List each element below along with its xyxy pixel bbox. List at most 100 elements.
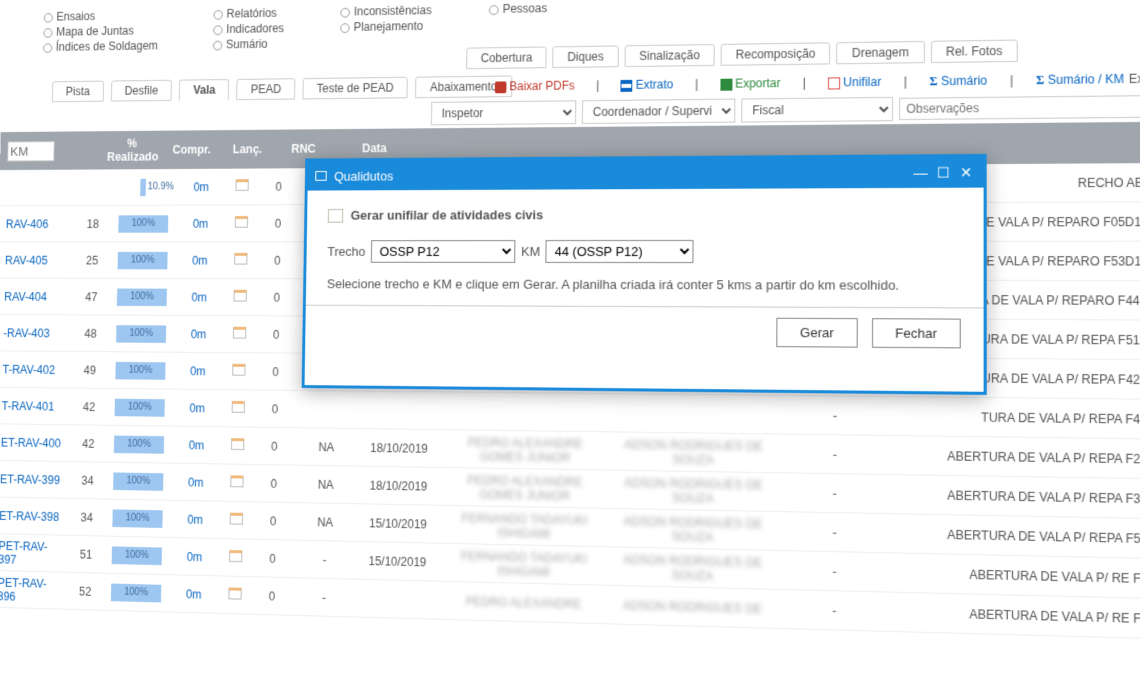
- cell-inspetor: FERNANDO TADAYUKI ISHIGAMI: [441, 510, 608, 541]
- cell-date: [356, 410, 442, 411]
- cell-lanc[interactable]: [225, 364, 253, 379]
- trecho-select[interactable]: OSSP P12: [371, 240, 516, 263]
- km-filter-input[interactable]: [7, 141, 54, 161]
- tab-recomposicao[interactable]: Recomposição: [721, 42, 831, 66]
- cell-pct: 100%: [104, 583, 167, 602]
- tab-vala[interactable]: Vala: [179, 79, 229, 101]
- link-sumario[interactable]: Σ Sumário: [930, 73, 988, 89]
- nav-planejamento[interactable]: Planejamento: [340, 19, 431, 34]
- cell-compr[interactable]: 0m: [170, 401, 224, 415]
- cell-id[interactable]: RAV-406: [0, 217, 75, 231]
- cell-lanc[interactable]: [228, 179, 256, 194]
- cell-id[interactable]: RAV-405: [0, 253, 74, 266]
- cell-rnc: 0: [253, 327, 298, 341]
- cell-id[interactable]: PET-RAV-396: [0, 575, 67, 604]
- cell-compr[interactable]: 0m: [174, 180, 228, 194]
- close-button[interactable]: ✕: [957, 163, 976, 181]
- tab-desfile[interactable]: Desfile: [111, 80, 173, 102]
- cell-id[interactable]: ET-RAV-400: [0, 435, 70, 450]
- cell-lanc[interactable]: [223, 438, 251, 453]
- cell-lanc[interactable]: [225, 327, 253, 342]
- cell-date: 18/10/2019: [355, 478, 442, 493]
- nav-inconsistencias[interactable]: Inconsistências: [340, 3, 431, 18]
- link-extrato[interactable]: Extrato: [621, 77, 673, 92]
- cell-lanc[interactable]: [226, 290, 254, 305]
- modal-unifilar: Qualidutos — ☐ ✕ Gerar unifilar de ativi…: [302, 154, 987, 395]
- cell-obs: TURA DE VALA P/ REPA F41D12. ESTACA 21: [891, 409, 1140, 428]
- cell-rnc: 0: [250, 551, 296, 566]
- tab-teste-pead[interactable]: Teste de PEAD: [303, 77, 409, 100]
- cell-compr[interactable]: 0m: [171, 327, 225, 341]
- sep: |: [695, 77, 698, 91]
- minimize-button[interactable]: —: [911, 163, 930, 181]
- nav-indicadores[interactable]: Indicadores: [213, 21, 284, 36]
- cell-pct: 100%: [110, 288, 173, 306]
- cell-rnc: 0: [256, 179, 301, 193]
- tab-cobertura[interactable]: Cobertura: [466, 46, 547, 69]
- cell-compr[interactable]: 0m: [167, 549, 221, 564]
- tab-pead[interactable]: PEAD: [237, 78, 296, 100]
- cell-id[interactable]: PET-RAV-397: [0, 538, 68, 567]
- fechar-button[interactable]: Fechar: [872, 318, 961, 348]
- cell-id[interactable]: RAV-404: [0, 290, 73, 304]
- cell-id[interactable]: T-RAV-401: [0, 399, 71, 413]
- cell-id[interactable]: ET-RAV-399: [0, 472, 69, 487]
- nav-mapa-juntas[interactable]: Mapa de Juntas: [43, 24, 158, 39]
- cell-coord: ADSON RODRIGUES DE SOUZA: [608, 475, 779, 506]
- tab-rel-fotos[interactable]: Rel. Fotos: [930, 40, 1017, 64]
- km-select[interactable]: 44 (OSSP P12): [546, 240, 694, 263]
- cell-compr[interactable]: 0m: [167, 586, 221, 601]
- pct-bar: 100%: [115, 361, 165, 379]
- cell-lanc[interactable]: [221, 587, 249, 603]
- modal-titlebar[interactable]: Qualidutos — ☐ ✕: [308, 157, 984, 191]
- cell-coord: ADSON RODRIGUES DE: [607, 597, 778, 616]
- cell-compr[interactable]: 0m: [169, 475, 223, 490]
- cell-rnc: 0: [253, 365, 298, 379]
- calendar-icon: [233, 327, 246, 339]
- filter-coordenador[interactable]: Coordenador / Supervi: [582, 99, 735, 124]
- nav-ensaios[interactable]: Ensaios: [44, 8, 159, 23]
- cell-compr[interactable]: 0m: [169, 438, 223, 452]
- cell-compr[interactable]: 0m: [173, 253, 227, 267]
- nav-relatorios[interactable]: Relatórios: [214, 6, 285, 21]
- cell-id[interactable]: ET-RAV-398: [0, 509, 69, 524]
- cell-compr[interactable]: 0m: [168, 512, 222, 527]
- tab-sinalizacao[interactable]: Sinalização: [624, 44, 715, 67]
- cell-fiscal: -: [778, 524, 891, 541]
- cell-rnc: 0: [254, 290, 299, 304]
- link-exportar[interactable]: Exportar: [720, 76, 781, 91]
- link-unifilar[interactable]: Unifilar: [828, 75, 881, 90]
- cell-lanc[interactable]: [222, 513, 250, 528]
- sep: |: [803, 76, 806, 90]
- tab-drenagem[interactable]: Drenagem: [837, 41, 925, 64]
- filter-inspetor[interactable]: Inspetor: [431, 100, 576, 125]
- cell-lanc[interactable]: [223, 475, 251, 490]
- th-rnc: RNC: [275, 142, 332, 156]
- gerar-button[interactable]: Gerar: [777, 318, 858, 348]
- cell-lanc[interactable]: [224, 401, 252, 416]
- filter-fiscal[interactable]: Fiscal: [741, 97, 893, 123]
- tab-diques[interactable]: Diques: [553, 45, 619, 68]
- cell-coord: [609, 413, 779, 415]
- cell-date: 15/10/2019: [354, 553, 441, 569]
- calendar-icon: [228, 587, 241, 599]
- cell-lanc[interactable]: [221, 550, 249, 565]
- maximize-button[interactable]: ☐: [934, 163, 953, 181]
- link-baixar-pdfs[interactable]: Baixar PDFs: [495, 79, 575, 94]
- cell-compr[interactable]: 0m: [174, 217, 228, 231]
- cell-fiscal: -: [778, 563, 891, 580]
- nav-pessoas[interactable]: Pessoas: [489, 1, 547, 16]
- th-lanc: Lanç.: [219, 142, 275, 156]
- cell-na: NA: [296, 514, 355, 529]
- cell-compr[interactable]: 0m: [172, 290, 226, 304]
- cell-compr[interactable]: 0m: [171, 364, 225, 378]
- cell-id[interactable]: -RAV-403: [0, 326, 72, 340]
- tab-pista[interactable]: Pista: [52, 81, 104, 103]
- cell-lanc[interactable]: [227, 253, 255, 268]
- cell-obs: ABERTURA DE VALA P/ RE F14D12. ESTACA 2: [891, 605, 1140, 629]
- link-sumario-km[interactable]: Σ Sumário / KM: [1036, 71, 1124, 87]
- cell-lanc[interactable]: [227, 216, 255, 231]
- pct-bar: 100%: [118, 251, 168, 268]
- cell-id[interactable]: T-RAV-402: [0, 362, 72, 376]
- filter-observacoes[interactable]: [899, 95, 1140, 120]
